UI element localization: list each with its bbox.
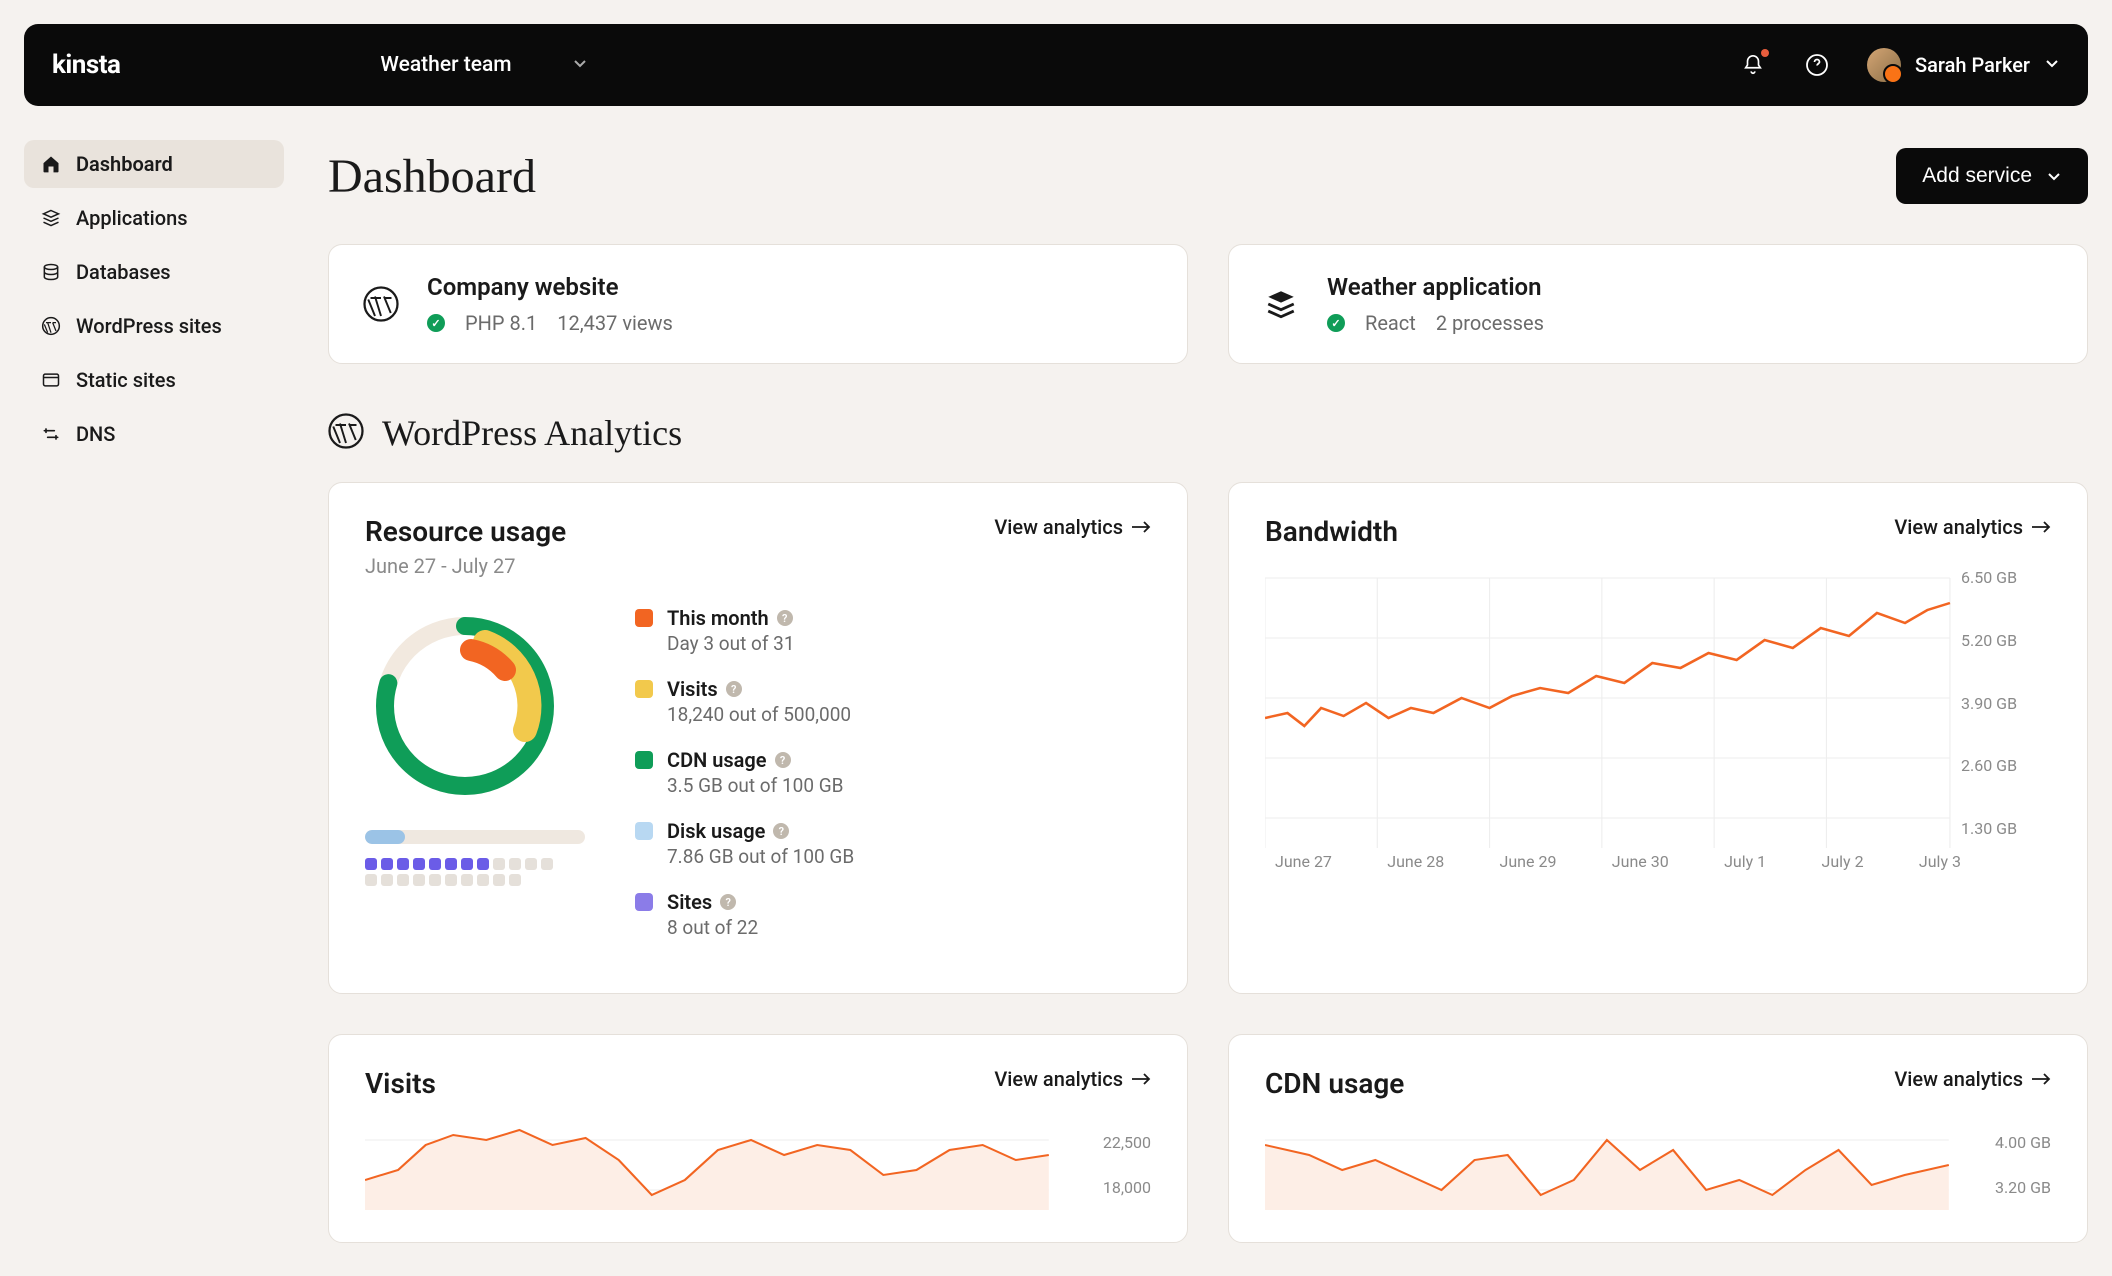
stack-icon	[1261, 284, 1301, 324]
view-analytics-link[interactable]: View analytics	[994, 1067, 1151, 1091]
sidebar-item-dashboard[interactable]: Dashboard	[24, 140, 284, 188]
window-icon	[40, 369, 62, 391]
help-icon	[1805, 53, 1829, 77]
bell-icon	[1742, 54, 1764, 76]
donut-chart	[365, 606, 565, 806]
cdn-card: CDN usage View analytics 4.00 GB3.20 GB	[1228, 1034, 2088, 1243]
legend-item: CDN usage? 3.5 GB out of 100 GB	[635, 748, 1151, 797]
sidebar-item-static[interactable]: Static sites	[24, 356, 284, 404]
card-tech: React	[1365, 311, 1416, 335]
view-analytics-link[interactable]: View analytics	[1894, 1067, 2051, 1091]
x-axis-labels: June 27June 28June 29June 30July 1July 2…	[1265, 852, 2051, 871]
team-name: Weather team	[380, 53, 511, 77]
wordpress-icon	[328, 413, 364, 453]
arrow-right-icon	[1131, 1072, 1151, 1086]
bandwidth-chart	[1265, 568, 2051, 848]
card-metric: 12,437 views	[557, 311, 673, 335]
avatar	[1867, 48, 1901, 82]
logo: kinsta	[52, 50, 120, 80]
user-name: Sarah Parker	[1915, 53, 2030, 77]
sidebar-item-label: DNS	[76, 422, 115, 446]
resource-usage-card: Resource usage June 27 - July 27 View an…	[328, 482, 1188, 994]
database-icon	[40, 261, 62, 283]
legend-item: Sites? 8 out of 22	[635, 890, 1151, 939]
resource-legend: This month? Day 3 out of 31 Visits? 18,2…	[635, 606, 1151, 961]
section-title: WordPress Analytics	[382, 412, 682, 454]
help-icon[interactable]: ?	[775, 752, 791, 768]
sidebar-item-label: Dashboard	[76, 152, 173, 176]
view-analytics-link[interactable]: View analytics	[1894, 515, 2051, 539]
status-ok-icon	[427, 314, 445, 332]
chart-title: Resource usage	[365, 515, 566, 548]
status-ok-icon	[1327, 314, 1345, 332]
help-icon[interactable]: ?	[720, 894, 736, 910]
sidebar-item-label: Static sites	[76, 368, 176, 392]
chart-date-range: June 27 - July 27	[365, 554, 566, 578]
help-icon[interactable]: ?	[726, 681, 742, 697]
user-menu[interactable]: Sarah Parker	[1867, 48, 2060, 82]
visits-chart	[365, 1120, 1049, 1210]
chevron-down-icon	[2044, 55, 2060, 75]
arrow-right-icon	[2031, 1072, 2051, 1086]
view-analytics-link[interactable]: View analytics	[994, 515, 1151, 539]
help-button[interactable]	[1803, 51, 1831, 79]
sidebar-item-label: Applications	[76, 206, 188, 230]
legend-item: Visits? 18,240 out of 500,000	[635, 677, 1151, 726]
notification-dot	[1761, 49, 1769, 57]
chart-title: Bandwidth	[1265, 515, 1398, 548]
sidebar-item-label: Databases	[76, 260, 171, 284]
help-icon[interactable]: ?	[777, 610, 793, 626]
chevron-down-icon	[2046, 168, 2062, 184]
y-axis-labels: 4.00 GB3.20 GB	[1995, 1120, 2051, 1210]
wordpress-icon	[361, 284, 401, 324]
arrow-right-icon	[2031, 520, 2051, 534]
help-icon[interactable]: ?	[773, 823, 789, 839]
sidebar: Dashboard Applications Databases WordPre…	[24, 140, 284, 464]
main-content: Dashboard Add service Company website PH…	[328, 148, 2088, 1243]
home-icon	[40, 153, 62, 175]
team-selector[interactable]: Weather team	[380, 53, 587, 77]
site-card-company[interactable]: Company website PHP 8.1 12,437 views	[328, 244, 1188, 364]
dns-icon	[40, 423, 62, 445]
legend-item: This month? Day 3 out of 31	[635, 606, 1151, 655]
page-title: Dashboard	[328, 149, 536, 204]
wordpress-icon	[40, 315, 62, 337]
sidebar-item-label: WordPress sites	[76, 314, 222, 338]
sidebar-item-dns[interactable]: DNS	[24, 410, 284, 458]
cdn-chart	[1265, 1120, 1949, 1210]
card-metric: 2 processes	[1436, 311, 1544, 335]
site-card-weather[interactable]: Weather application React 2 processes	[1228, 244, 2088, 364]
arrow-right-icon	[1131, 520, 1151, 534]
add-service-label: Add service	[1922, 164, 2032, 188]
sidebar-item-databases[interactable]: Databases	[24, 248, 284, 296]
chevron-down-icon	[572, 55, 588, 75]
y-axis-labels: 22,50018,000	[1103, 1120, 1151, 1210]
y-axis-labels: 6.50 GB5.20 GB3.90 GB2.60 GB1.30 GB	[1961, 568, 2051, 838]
bandwidth-card: Bandwidth View analytics	[1228, 482, 2088, 994]
sites-dots	[365, 858, 565, 886]
stack-icon	[40, 207, 62, 229]
chart-title: CDN usage	[1265, 1067, 1404, 1100]
legend-item: Disk usage? 7.86 GB out of 100 GB	[635, 819, 1151, 868]
sidebar-item-applications[interactable]: Applications	[24, 194, 284, 242]
visits-card: Visits View analytics 22,50018,000	[328, 1034, 1188, 1243]
top-header: kinsta Weather team Sarah Parker	[24, 24, 2088, 106]
sidebar-item-wordpress[interactable]: WordPress sites	[24, 302, 284, 350]
card-title: Company website	[427, 273, 1155, 301]
notifications-button[interactable]	[1739, 51, 1767, 79]
add-service-button[interactable]: Add service	[1896, 148, 2088, 204]
disk-progress-bar	[365, 830, 585, 844]
card-tech: PHP 8.1	[465, 311, 537, 335]
chart-title: Visits	[365, 1067, 436, 1100]
card-title: Weather application	[1327, 273, 2055, 301]
